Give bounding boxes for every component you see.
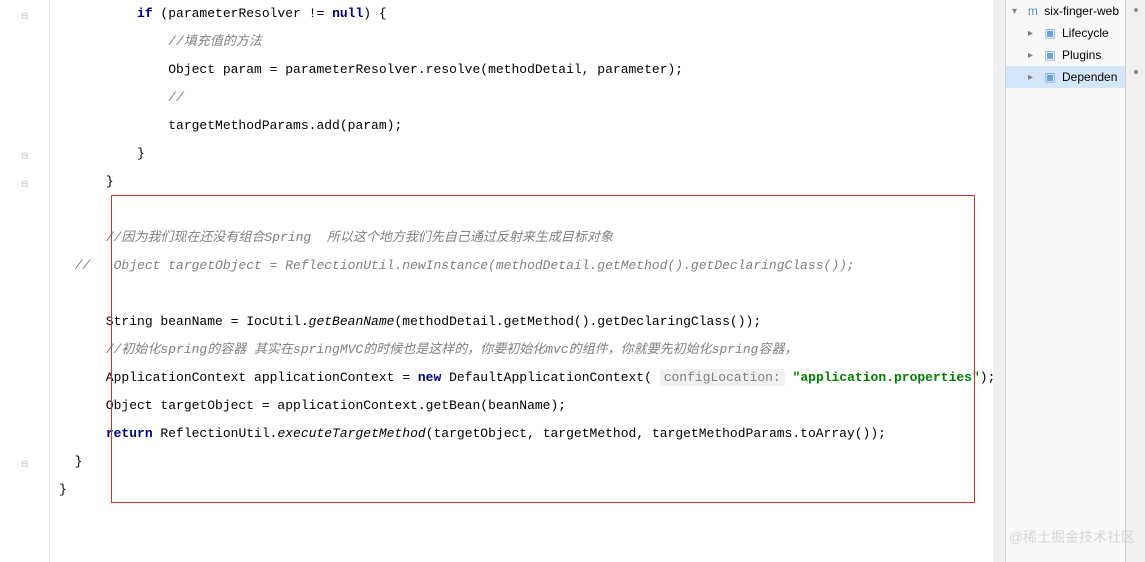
folder-icon: ▣	[1042, 47, 1058, 63]
sidebar-item-label: Lifecycle	[1062, 26, 1109, 40]
code-line[interactable]: }	[59, 476, 997, 504]
code-line[interactable]: //填充值的方法	[59, 28, 997, 56]
sidebar-item[interactable]: ▸ ▣ Lifecycle	[1006, 22, 1125, 44]
code-line[interactable]: Object param = parameterResolver.resolve…	[59, 56, 997, 84]
project-name: six-finger-web	[1044, 4, 1119, 18]
folder-icon: ▣	[1042, 69, 1058, 85]
fold-marker[interactable]	[0, 170, 49, 198]
sidebar-item-label: Plugins	[1062, 48, 1101, 62]
chevron-right-icon: ▸	[1028, 28, 1038, 39]
chevron-right-icon: ▸	[1028, 72, 1038, 83]
gutter	[0, 0, 50, 562]
code-line[interactable]: ApplicationContext applicationContext = …	[59, 364, 997, 392]
project-sidebar: ▾ m six-finger-web ▸▣Lifecycle▸▣Plugins▸…	[1005, 0, 1125, 562]
scrollbar[interactable]	[993, 0, 1005, 562]
fold-marker[interactable]	[0, 450, 49, 478]
fold-marker[interactable]	[0, 142, 49, 170]
code-line[interactable]: //因为我们现在还没有组合Spring 所以这个地方我们先自己通过反射来生成目标…	[59, 224, 997, 252]
sidebar-item[interactable]: ▸ ▣ Plugins	[1006, 44, 1125, 66]
code-line[interactable]: // Object targetObject = ReflectionUtil.…	[59, 252, 997, 280]
code-line[interactable]: Object targetObject = applicationContext…	[59, 392, 997, 420]
chevron-right-icon: ▸	[1028, 50, 1038, 61]
project-root[interactable]: ▾ m six-finger-web	[1006, 0, 1125, 22]
code-line[interactable]: //初始化spring的容器 其实在springMVC的时候也是这样的，你要初始…	[59, 336, 997, 364]
code-line[interactable]	[59, 280, 997, 308]
code-line[interactable]: }	[59, 140, 997, 168]
sidebar-item-label: Dependen	[1062, 70, 1117, 84]
sidebar-item[interactable]: ▸ ▣ Dependen	[1006, 66, 1125, 88]
code-line[interactable]: targetMethodParams.add(param);	[59, 112, 997, 140]
right-tool-strip	[1125, 0, 1145, 562]
code-line[interactable]: //	[59, 84, 997, 112]
chevron-down-icon: ▾	[1012, 6, 1021, 17]
maven-icon: m	[1025, 3, 1040, 19]
fold-marker[interactable]	[0, 2, 49, 30]
code-editor[interactable]: if (parameterResolver != null) { //填充值的方…	[50, 0, 1005, 562]
code-line[interactable]: return ReflectionUtil.executeTargetMetho…	[59, 420, 997, 448]
code-line[interactable]: String beanName = IocUtil.getBeanName(me…	[59, 308, 997, 336]
marker-icon[interactable]	[1134, 8, 1138, 12]
code-line[interactable]: }	[59, 168, 997, 196]
code-line[interactable]	[59, 196, 997, 224]
code-line[interactable]: }	[59, 448, 997, 476]
folder-icon: ▣	[1042, 25, 1058, 41]
marker-icon[interactable]	[1134, 70, 1138, 74]
code-line[interactable]: if (parameterResolver != null) {	[59, 0, 997, 28]
